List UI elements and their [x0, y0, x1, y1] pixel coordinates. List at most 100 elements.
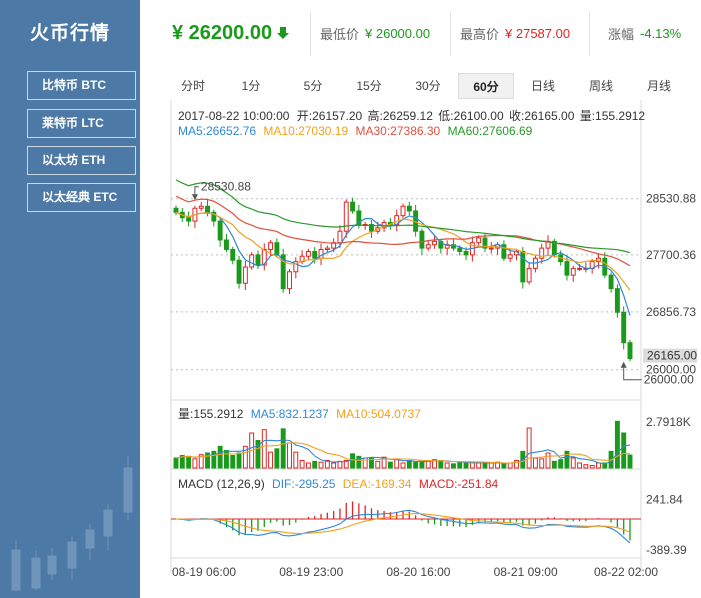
coin-item-eth[interactable]: 以太坊 ETH — [27, 146, 136, 175]
candles-group — [173, 197, 633, 362]
volume-bar — [450, 463, 456, 469]
low-price-value: ¥ 26000.00 — [365, 25, 431, 41]
info-volume: 量:155.2912 — [580, 109, 646, 123]
tab-30min[interactable]: 30分 — [405, 73, 451, 99]
candle — [463, 250, 469, 256]
volume-bar — [236, 452, 242, 469]
candle — [343, 201, 349, 232]
kline-chart[interactable]: 2017-08-22 10:00:00 开:26157.20 高:26259.1… — [168, 100, 700, 590]
candle — [350, 201, 356, 212]
volume-bar — [596, 462, 601, 469]
candle — [249, 254, 255, 268]
change-box: 涨幅 -4.13% — [608, 0, 681, 66]
volume-legend-value: 量:155.2912 — [178, 407, 244, 421]
macd-legend: MACD (12,26,9) DIF:-295.25 DEA:-169.34 M… — [178, 477, 499, 491]
macd-tick: -389.39 — [646, 543, 687, 557]
candle — [570, 267, 576, 276]
candle — [526, 267, 532, 283]
volume-bar — [526, 427, 532, 469]
coin-item-ltc[interactable]: 莱特币 LTC — [27, 109, 136, 138]
candle — [457, 247, 463, 252]
xaxis-label: 08-21 09:00 — [494, 565, 558, 579]
volume-ma10-legend: MA10:504.0737 — [336, 407, 421, 421]
arrow-down-icon — [277, 27, 290, 39]
xaxis-label: 08-20 16:00 — [386, 565, 450, 579]
high-price-value: ¥ 27587.00 — [505, 25, 571, 41]
volume-legend: 量:155.2912 MA5:832.1237 MA10:504.0737 — [178, 407, 421, 421]
info-line: 2017-08-22 10:00:00 开:26157.20 高:26259.1… — [178, 108, 645, 123]
info-close: 收:26165.00 — [509, 109, 575, 123]
volume-bar — [223, 450, 229, 469]
candle — [400, 205, 406, 217]
price-gridlines — [171, 198, 641, 371]
volume-bar — [539, 458, 545, 469]
candle — [217, 220, 223, 241]
tab-1min[interactable]: 1分 — [228, 73, 274, 99]
volume-bar — [482, 462, 488, 469]
candle — [268, 242, 274, 250]
volume-bar — [280, 428, 286, 469]
volume-bar — [577, 462, 583, 469]
tab-weekly[interactable]: 周线 — [578, 73, 624, 99]
coin-item-etc[interactable]: 以太经典 ETC — [27, 183, 136, 212]
volume-bar — [532, 457, 538, 469]
candle — [608, 274, 614, 290]
volume-tick: 2.7918K — [646, 415, 691, 429]
volume-bar — [570, 457, 576, 469]
volume-bar — [627, 454, 633, 469]
max-price-label: 28530.88 — [201, 180, 251, 194]
volume-bar — [419, 460, 425, 469]
candle — [223, 239, 229, 250]
candle — [236, 259, 242, 284]
candle — [312, 250, 318, 259]
candle — [242, 266, 248, 284]
info-open: 开:26157.20 — [297, 109, 363, 123]
volume-bar — [375, 460, 381, 469]
volume-bar — [312, 460, 318, 469]
tab-daily[interactable]: 日线 — [520, 73, 566, 99]
candle — [564, 261, 570, 276]
volume-bar — [621, 432, 627, 469]
max-price-marker: 28530.88 — [191, 180, 251, 201]
info-high: 高:26259.12 — [368, 108, 434, 123]
tab-60min[interactable]: 60分 — [458, 73, 514, 99]
tab-5min[interactable]: 5分 — [290, 73, 336, 99]
candle — [173, 207, 179, 213]
xaxis-label: 08-19 23:00 — [279, 565, 343, 579]
ma5-line — [175, 211, 631, 316]
app-title: 火币行情 — [29, 23, 110, 44]
last-price-tag: 26165.00 — [647, 349, 697, 363]
coin-label-etc: 以太经典 ETC — [42, 190, 118, 204]
coin-label-btc: 比特币 BTC — [42, 78, 106, 92]
tab-monthly[interactable]: 月线 — [636, 73, 682, 99]
candle — [230, 248, 236, 261]
change-label: 涨幅 — [608, 26, 635, 42]
candle — [577, 267, 583, 270]
candle — [198, 205, 204, 209]
ma5-legend: MA5:26652.76 — [178, 124, 256, 138]
volume-bar — [406, 460, 412, 469]
volume-bar — [217, 445, 223, 469]
volume-bar — [614, 420, 620, 469]
candle — [406, 205, 412, 212]
ma-lines-group — [175, 179, 631, 316]
candle — [507, 254, 513, 259]
volume-bar — [299, 460, 305, 469]
volume-bar — [318, 461, 324, 469]
current-price: ¥ 26200.00 — [172, 21, 273, 44]
coin-item-btc[interactable]: 比特币 BTC — [27, 71, 136, 100]
volume-bar — [192, 458, 198, 469]
tab-15min[interactable]: 15分 — [346, 73, 392, 99]
tab-timeshare[interactable]: 分时 — [170, 73, 216, 99]
candle — [305, 250, 311, 257]
candle — [488, 247, 494, 250]
price-tick: 26856.73 — [646, 305, 696, 319]
macd-dea-legend: DEA:-169.34 — [343, 477, 412, 491]
xaxis-label: 08-22 02:00 — [594, 565, 658, 579]
candle — [255, 254, 261, 266]
volume-bar — [476, 462, 482, 469]
volume-bar — [287, 442, 292, 469]
volume-bar — [261, 429, 267, 469]
macd-dif-legend: DIF:-295.25 — [272, 477, 336, 491]
candle — [419, 230, 425, 249]
